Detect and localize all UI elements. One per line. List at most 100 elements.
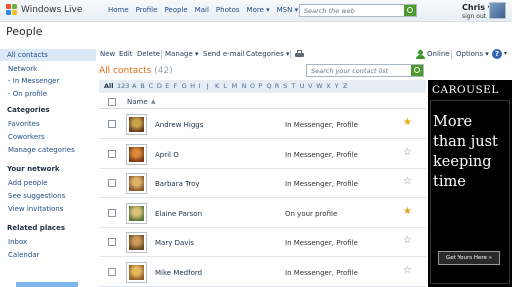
nav-photos[interactable]: Photos (216, 6, 240, 14)
sidebar-item-coworkers[interactable]: Coworkers (8, 133, 45, 141)
favorite-star-icon[interactable]: ☆ (403, 147, 412, 158)
ad-cta-button[interactable]: Get Yours Here » (438, 251, 500, 265)
table-row[interactable]: Andrew Higgs In Messenger, Profile ★ (99, 110, 426, 139)
alpha-filter-x[interactable]: X (326, 82, 330, 90)
help-icon[interactable]: ? (492, 49, 502, 59)
print-icon[interactable] (295, 50, 304, 58)
alpha-filter-m[interactable]: M (232, 82, 238, 90)
row-checkbox[interactable] (108, 208, 116, 217)
sidebar-item-favorites[interactable]: Favorites (8, 120, 40, 128)
user-menu[interactable]: Chris ▾ (462, 3, 492, 12)
sidebar-item-manage-categories[interactable]: Manage categories (8, 146, 75, 154)
categories-menu[interactable]: Categories ▾ (246, 50, 289, 58)
contact-photo[interactable] (126, 202, 147, 224)
row-checkbox[interactable] (108, 238, 116, 247)
select-all-checkbox[interactable] (108, 98, 116, 106)
sidebar-item-add-people[interactable]: Add people (8, 179, 48, 187)
contact-photo[interactable] (126, 143, 147, 165)
table-row[interactable]: Mary Davis In Messenger, Profile ☆ (99, 228, 426, 258)
alpha-filter-g[interactable]: G (182, 82, 187, 90)
sidebar-item-calendar[interactable]: Calendar (8, 251, 39, 259)
alpha-filter-r[interactable]: R (275, 82, 280, 90)
web-search-button[interactable] (404, 5, 416, 16)
alpha-filter-z[interactable]: Z (343, 82, 347, 90)
favorite-star-icon[interactable]: ☆ (403, 176, 412, 187)
sign-out-link[interactable]: sign out (462, 13, 486, 20)
alpha-filter-w[interactable]: W (316, 82, 322, 90)
windows-live-logo[interactable]: Windows Live (6, 4, 82, 16)
options-menu[interactable]: Options ▾ (456, 50, 489, 58)
nav-people[interactable]: People (164, 6, 187, 14)
contact-name[interactable]: Mike Medford (155, 269, 202, 277)
alpha-filter-123[interactable]: 123 (117, 82, 129, 90)
favorite-star-icon[interactable]: ☆ (403, 235, 412, 246)
table-row[interactable]: Barbara Troy In Messenger, Profile ☆ (99, 169, 426, 199)
help-dropdown-icon[interactable]: ▾ (504, 50, 507, 57)
alpha-filter-d[interactable]: D (157, 82, 162, 90)
nav-profile[interactable]: Profile (136, 6, 158, 14)
nav-home[interactable]: Home (108, 6, 129, 14)
sidebar-item-view-invitations[interactable]: View invitations (8, 205, 63, 213)
sidebar-item-see-suggestions[interactable]: See suggestions (8, 192, 65, 200)
alpha-filter-all[interactable]: All (104, 82, 114, 90)
row-checkbox[interactable] (108, 268, 116, 276)
nav-mail[interactable]: Mail (195, 6, 209, 14)
alpha-filter-s[interactable]: S (283, 82, 287, 90)
contact-name[interactable]: Elaine Parson (155, 210, 202, 218)
sidebar-item-network[interactable]: Network (8, 65, 37, 73)
advertisement[interactable]: CAROUSEL More than just keeping time Get… (428, 80, 512, 287)
avatar[interactable] (489, 2, 506, 19)
favorite-star-icon[interactable]: ☆ (403, 265, 412, 276)
row-checkbox[interactable] (108, 149, 116, 158)
alpha-filter-l[interactable]: L (223, 82, 227, 90)
contact-photo[interactable] (126, 173, 147, 195)
sort-arrow-icon[interactable]: ▲ (151, 98, 156, 105)
contact-photo[interactable] (126, 114, 147, 135)
web-search-input[interactable]: Search the web (299, 4, 417, 17)
manage-menu[interactable]: Manage ▾ (165, 50, 199, 58)
nav-more[interactable]: More ▾ (247, 6, 270, 14)
alpha-filter-h[interactable]: H (190, 82, 195, 90)
favorite-star-icon[interactable]: ★ (403, 117, 412, 128)
alpha-filter-p[interactable]: P (258, 82, 262, 90)
contact-photo[interactable] (126, 262, 147, 283)
alpha-filter-u[interactable]: U (300, 82, 305, 90)
alpha-filter-e[interactable]: E (165, 82, 169, 90)
alpha-filter-a[interactable]: A (132, 82, 136, 90)
sidebar-item-in-messenger[interactable]: - In Messenger (8, 77, 60, 85)
alpha-filter-b[interactable]: B (140, 82, 144, 90)
contact-name[interactable]: Andrew Higgs (155, 121, 203, 129)
alpha-filter-q[interactable]: Q (267, 82, 272, 90)
contact-name[interactable]: Mary Davis (155, 239, 194, 247)
contact-name[interactable]: April O (155, 151, 179, 159)
edit-button[interactable]: Edit (119, 50, 133, 58)
table-row[interactable]: April O In Messenger, Profile ☆ (99, 140, 426, 169)
table-row[interactable]: Elaine Parson On your profile ★ (99, 199, 426, 228)
nav-msn[interactable]: MSN ▾ (277, 6, 298, 14)
sidebar-banner[interactable] (16, 282, 78, 287)
sidebar-item-inbox[interactable]: Inbox (8, 238, 27, 246)
alpha-filter-j[interactable]: J (207, 82, 209, 90)
alpha-filter-n[interactable]: N (242, 82, 247, 90)
contact-search-button[interactable] (411, 65, 423, 76)
contact-photo[interactable] (126, 232, 147, 254)
favorite-star-icon[interactable]: ★ (403, 206, 412, 217)
alpha-filter-f[interactable]: F (174, 82, 178, 90)
row-checkbox[interactable] (108, 179, 116, 188)
online-status-menu[interactable]: Online (427, 50, 450, 58)
sidebar-item-on-profile[interactable]: - On profile (8, 90, 47, 98)
name-column-header[interactable]: Name (127, 98, 148, 106)
table-row[interactable]: Mike Medford In Messenger, Profile ☆ (99, 258, 426, 287)
alpha-filter-o[interactable]: O (250, 82, 255, 90)
alpha-filter-c[interactable]: C (149, 82, 154, 90)
alpha-filter-i[interactable]: I (198, 82, 200, 90)
new-button[interactable]: New (100, 50, 115, 58)
alpha-filter-k[interactable]: K (215, 82, 219, 90)
sidebar-item-all-contacts[interactable]: All contacts (0, 49, 96, 61)
row-checkbox[interactable] (108, 120, 116, 128)
alpha-filter-y[interactable]: Y (335, 82, 339, 90)
alpha-filter-v[interactable]: V (308, 82, 312, 90)
alpha-filter-t[interactable]: T (291, 82, 295, 90)
contact-search-input[interactable]: Search your contact list (306, 64, 424, 77)
send-email-button[interactable]: Send e-mail (203, 50, 245, 58)
